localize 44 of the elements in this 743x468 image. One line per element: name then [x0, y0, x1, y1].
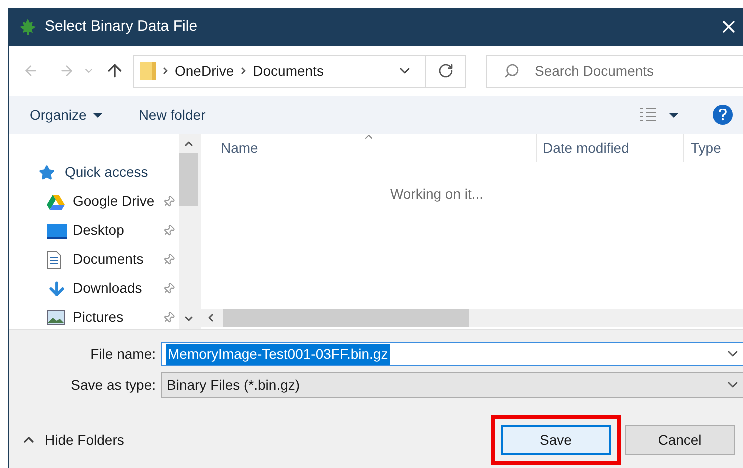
breadcrumb[interactable]: Documents — [253, 60, 324, 82]
column-header[interactable]: Date modified — [536, 134, 683, 162]
help-icon[interactable] — [713, 105, 733, 125]
document-icon — [47, 250, 61, 268]
view-caret-icon[interactable] — [669, 112, 679, 118]
leaf-icon — [19, 18, 37, 36]
column-header[interactable]: Type — [683, 134, 722, 162]
caret-icon — [92, 112, 103, 118]
image-icon — [47, 310, 65, 325]
toolbar-button[interactable]: New folder — [138, 104, 206, 126]
refresh-icon[interactable] — [438, 63, 454, 79]
view-icon[interactable] — [639, 108, 657, 122]
nav-item[interactable]: Downloads — [9, 274, 179, 303]
window-title: Select Binary Data File — [45, 16, 198, 37]
hide-folders-button[interactable]: Hide Folders — [21, 430, 124, 450]
dialog-button[interactable]: Cancel — [625, 425, 735, 455]
nav-item[interactable]: Desktop — [9, 216, 179, 245]
scroll-thumb[interactable] — [223, 309, 469, 327]
drive-icon — [47, 194, 65, 210]
search-icon — [504, 62, 520, 78]
nav-item[interactable]: Pictures — [9, 303, 179, 332]
file-name-field[interactable]: MemoryImage-Test001-03FF.bin.gz — [161, 342, 743, 366]
column-header[interactable]: Name — [201, 134, 536, 162]
horizontal-scrollbar[interactable] — [201, 309, 743, 327]
chevron-right-icon — [241, 67, 246, 75]
status-text: Working on it... — [390, 185, 484, 204]
field-value: MemoryImage-Test001-03FF.bin.gz — [166, 344, 390, 364]
field-label: File name: — [90, 344, 156, 364]
star-icon — [39, 164, 55, 180]
scroll-thumb[interactable] — [179, 153, 198, 206]
breadcrumb[interactable]: OneDrive — [175, 60, 234, 82]
file-type-dropdown[interactable]: Binary Files (*.bin.gz) — [161, 372, 743, 398]
monitor-icon — [47, 222, 67, 238]
vertical-scrollbar[interactable] — [179, 134, 198, 329]
search-field[interactable]: Search Documents — [486, 54, 743, 88]
quick-access-item[interactable]: Quick access — [9, 158, 179, 187]
toolbar-button[interactable]: Organize — [30, 104, 103, 126]
address-field[interactable]: OneDrive Documents — [133, 54, 466, 88]
field-label: Save as type: — [70, 376, 156, 395]
nav-item[interactable]: Documents — [9, 245, 179, 274]
nav-item[interactable]: Google Drive — [9, 187, 179, 216]
dialog-button[interactable]: Save — [501, 425, 611, 455]
chevron-right-icon — [163, 67, 168, 75]
folder-icon — [140, 61, 156, 81]
